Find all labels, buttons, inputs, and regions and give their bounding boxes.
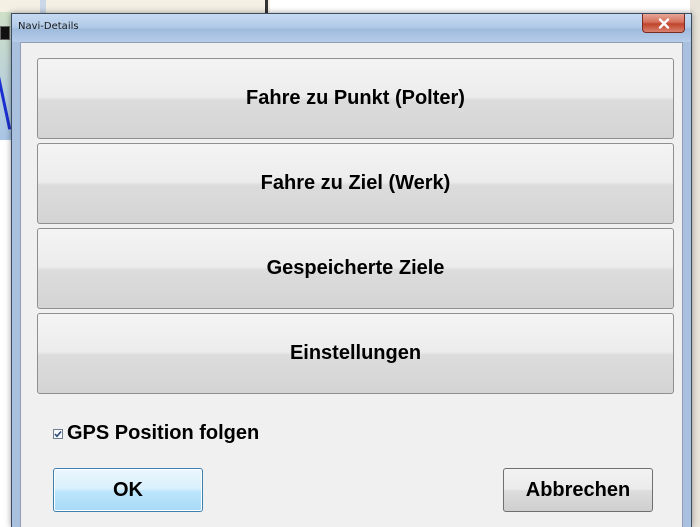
- title-bar[interactable]: Navi-Details: [12, 14, 691, 42]
- map-marker-icon: [0, 26, 10, 40]
- drive-to-point-label: Fahre zu Punkt (Polter): [246, 87, 465, 109]
- drive-to-destination-button[interactable]: Fahre zu Ziel (Werk): [37, 143, 674, 224]
- map-border: [265, 0, 268, 14]
- cancel-button[interactable]: Abbrechen: [503, 468, 653, 512]
- drive-to-point-button[interactable]: Fahre zu Punkt (Polter): [37, 58, 674, 139]
- saved-destinations-label: Gespeicherte Ziele: [266, 257, 445, 279]
- dialog-content: Fahre zu Punkt (Polter) Fahre zu Ziel (W…: [20, 42, 683, 527]
- window-title: Navi-Details: [18, 21, 79, 32]
- gps-follow-label: GPS Position folgen: [67, 422, 260, 444]
- gps-follow-option[interactable]: GPS Position folgen: [53, 422, 259, 445]
- navi-details-dialog: Navi-Details Fahre zu Punkt (Polter) Fah…: [11, 13, 692, 527]
- close-button[interactable]: [642, 14, 685, 33]
- settings-label: Einstellungen: [289, 342, 422, 364]
- cancel-label: Abbrechen: [525, 478, 631, 501]
- saved-destinations-button[interactable]: Gespeicherte Ziele: [37, 228, 674, 309]
- settings-button[interactable]: Einstellungen: [37, 313, 674, 394]
- close-icon: [658, 17, 669, 29]
- checkmark-icon: [54, 430, 62, 438]
- gps-follow-checkbox[interactable]: [53, 428, 63, 439]
- drive-to-destination-label: Fahre zu Ziel (Werk): [260, 172, 451, 194]
- ok-button[interactable]: OK: [53, 468, 203, 512]
- ok-label: OK: [113, 478, 143, 501]
